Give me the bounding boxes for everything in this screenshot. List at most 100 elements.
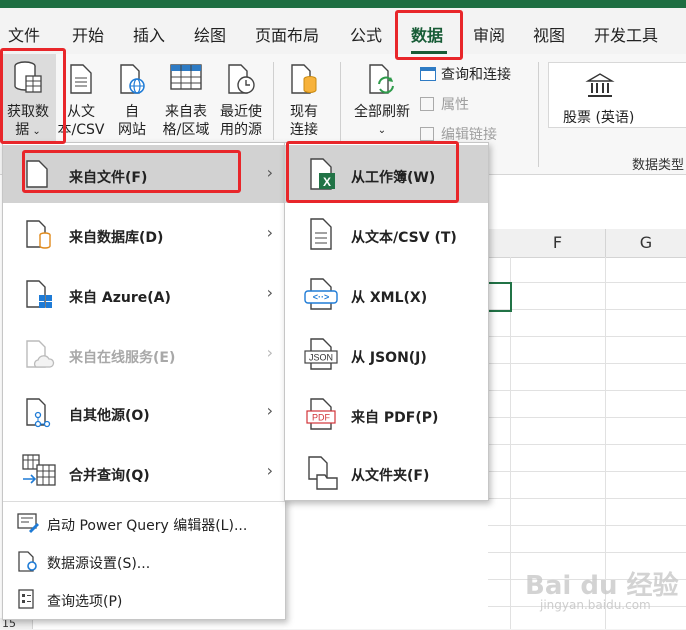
tab-review[interactable]: 审阅 <box>473 22 505 46</box>
data-types-group-label: 数据类型 <box>632 158 685 173</box>
queries-connections-label: 查询和连接 <box>441 67 511 83</box>
selected-cell[interactable] <box>488 282 512 312</box>
edit-links-icon <box>420 127 434 141</box>
existing-label-2: 连接 <box>290 122 318 138</box>
query-options-icon <box>18 589 34 609</box>
gridline <box>488 552 686 553</box>
pdf-glyph: PDF <box>312 413 331 423</box>
menu-item-data-source-settings[interactable]: 数据源设置(S)... <box>3 543 285 579</box>
text-file-icon <box>310 218 332 250</box>
xml-file-icon: <··> <box>304 278 338 310</box>
menu-item-from-azure[interactable]: 来自 Azure(A) › <box>3 265 285 323</box>
menu-item-label: 数据源设置(S)... <box>47 556 151 572</box>
properties-button[interactable]: 属性 <box>420 94 469 114</box>
existing-connections-button[interactable]: 现有 连接 <box>280 54 328 142</box>
gridline <box>488 390 686 391</box>
from-web-label-1: 自 <box>125 104 139 120</box>
pdf-file-icon: PDF <box>306 398 336 430</box>
highlight-get-data-button <box>0 48 66 144</box>
chevron-right-icon: › <box>266 223 273 242</box>
submenu-item-from-xml[interactable]: <··> 从 XML(X) <box>285 265 488 323</box>
json-file-icon: JSON <box>304 338 338 370</box>
menu-item-launch-power-query-editor[interactable]: 启动 Power Query 编辑器(L)... <box>3 505 285 541</box>
menu-item-from-other-sources[interactable]: 自其他源(O) › <box>3 383 285 441</box>
gridline <box>488 363 686 364</box>
from-table-label-2: 格/区域 <box>162 122 210 138</box>
tab-developer[interactable]: 开发工具 <box>594 22 658 46</box>
folder-icon <box>308 456 338 490</box>
column-header-g[interactable]: G <box>606 229 686 258</box>
text-file-icon <box>70 64 92 94</box>
submenu-item-label: 从 JSON(J) <box>351 350 427 366</box>
existing-label-1: 现有 <box>290 104 318 120</box>
submenu-item-from-json[interactable]: JSON 从 JSON(J) <box>285 325 488 383</box>
tab-formulas[interactable]: 公式 <box>350 22 382 46</box>
refresh-icon <box>369 64 394 94</box>
tab-file[interactable]: 文件 <box>8 22 40 46</box>
data-source-settings-icon <box>18 551 37 572</box>
gridline <box>488 525 686 526</box>
watermark-url: jingyan.baidu.com <box>540 598 651 612</box>
ribbon-separator <box>273 62 274 140</box>
watermark: Bai du 经验 <box>525 571 679 601</box>
tab-page-layout[interactable]: 页面布局 <box>255 22 319 46</box>
from-web-label-2: 网站 <box>118 122 146 138</box>
submenu-item-label: 从文件夹(F) <box>351 468 430 484</box>
cloud-icon <box>26 340 55 368</box>
chevron-right-icon: › <box>266 163 273 182</box>
chevron-right-icon: › <box>266 461 273 480</box>
power-query-editor-icon <box>17 513 39 533</box>
menu-separator <box>3 501 285 502</box>
json-glyph: JSON <box>309 353 333 363</box>
menu-item-label: 来自数据库(D) <box>69 230 164 246</box>
recent-sources-button[interactable]: 最近使 用的源 <box>214 54 268 142</box>
chevron-right-icon: › <box>266 283 273 302</box>
menu-item-label: 自其他源(O) <box>69 408 150 424</box>
from-table-label-1: 来自表 <box>165 104 207 120</box>
tab-insert[interactable]: 插入 <box>133 22 165 46</box>
tab-home[interactable]: 开始 <box>72 22 104 46</box>
submenu-item-label: 从 XML(X) <box>351 290 428 306</box>
gridline <box>488 471 686 472</box>
highlight-data-tab <box>395 10 463 60</box>
refresh-all-button[interactable]: 全部刷新 ⌄ <box>346 54 418 142</box>
gridline <box>510 257 511 629</box>
stocks-label: 股票 (英语) <box>563 110 635 126</box>
properties-icon <box>420 97 434 111</box>
from-web-button[interactable]: 自 网站 <box>110 54 154 142</box>
menu-item-combine-queries[interactable]: 合并查询(Q) › <box>3 443 285 501</box>
gridline <box>488 336 686 337</box>
combine-queries-icon <box>22 454 56 486</box>
azure-windows-icon <box>26 280 52 308</box>
menu-item-query-options[interactable]: 查询选项(P) <box>3 581 285 617</box>
ribbon-separator <box>538 62 539 167</box>
highlight-from-file <box>22 150 241 193</box>
tab-draw[interactable]: 绘图 <box>194 22 226 46</box>
chevron-right-icon: › <box>266 343 273 362</box>
xml-glyph: <··> <box>313 292 330 302</box>
database-icon <box>26 220 51 249</box>
gridline <box>488 498 686 499</box>
recent-clock-icon <box>228 64 255 94</box>
tab-view[interactable]: 视图 <box>533 22 565 46</box>
menu-item-label: 来自在线服务(E) <box>69 350 176 366</box>
get-data-menu: 来自文件(F) › 来自数据库(D) › 来自 Azure(A) › 来自在线服… <box>2 142 286 620</box>
menu-item-from-online-services[interactable]: 来自在线服务(E) › <box>3 325 285 383</box>
chevron-down-icon: ⌄ <box>377 125 387 136</box>
column-header-f[interactable]: F <box>510 229 606 258</box>
queries-connections-button[interactable]: 查询和连接 <box>420 64 511 84</box>
refresh-all-label: 全部刷新 <box>354 104 410 120</box>
existing-connection-icon <box>291 64 317 94</box>
properties-label: 属性 <box>441 97 469 113</box>
menu-item-from-database[interactable]: 来自数据库(D) › <box>3 205 285 263</box>
highlight-from-workbook <box>286 141 459 203</box>
submenu-item-from-folder[interactable]: 从文件夹(F) <box>285 443 488 501</box>
submenu-item-from-pdf[interactable]: PDF 来自 PDF(P) <box>285 385 488 443</box>
from-table-range-button[interactable]: 来自表 格/区域 <box>158 54 214 142</box>
gridline <box>488 309 686 310</box>
title-bar <box>0 0 686 8</box>
ribbon-tabs: 文件 开始 插入 绘图 页面布局 公式 数据 审阅 视图 开发工具 <box>0 8 686 54</box>
stocks-data-type-button[interactable]: 股票 (英语) <box>548 62 686 128</box>
gridline <box>488 444 686 445</box>
submenu-item-from-text-csv[interactable]: 从文本/CSV (T) <box>285 205 488 263</box>
